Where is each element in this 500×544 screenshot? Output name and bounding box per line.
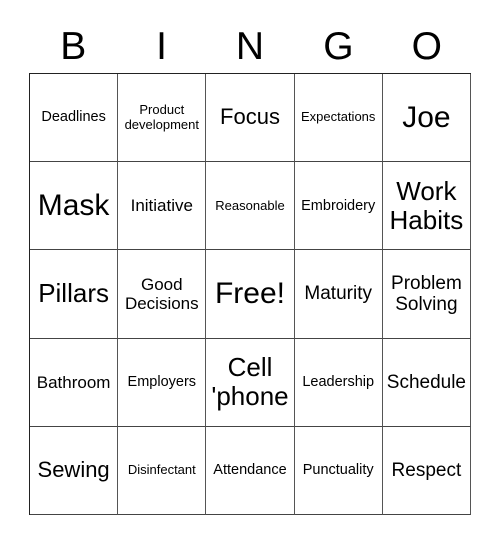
header-letter-b: B	[60, 25, 87, 68]
bingo-cell[interactable]: Sewing	[30, 426, 119, 515]
bingo-cell[interactable]: Reasonable	[206, 162, 295, 251]
header-letter-g: G	[323, 25, 354, 68]
bingo-cell[interactable]: Attendance	[206, 426, 295, 515]
bingo-cell[interactable]: Good Decisions	[118, 250, 207, 339]
bingo-cell[interactable]: Embroidery	[294, 162, 383, 251]
bingo-cell[interactable]: Focus	[206, 74, 295, 163]
free-space-cell[interactable]: Free!	[206, 250, 295, 339]
bingo-cell[interactable]: Bathroom	[30, 338, 119, 427]
bingo-cell[interactable]: Punctuality	[294, 426, 383, 515]
bingo-cell[interactable]: Initiative	[118, 162, 207, 251]
bingo-cell[interactable]: Mask	[30, 162, 119, 251]
bingo-cell[interactable]: Work Habits	[382, 162, 471, 251]
bingo-cell[interactable]: Respect	[382, 426, 471, 515]
header-letter-i: I	[156, 25, 168, 68]
bingo-cell[interactable]: Employers	[118, 338, 207, 427]
bingo-cell[interactable]: Disinfectant	[118, 426, 207, 515]
header-letter-o: O	[411, 25, 442, 68]
bingo-board: Deadlines Product development Focus Expe…	[29, 73, 471, 515]
bingo-cell[interactable]: Product development	[118, 74, 207, 163]
bingo-cell[interactable]: Joe	[382, 74, 471, 163]
bingo-cell[interactable]: Pillars	[30, 250, 119, 339]
header-letter-n: N	[235, 25, 265, 68]
bingo-cell[interactable]: Maturity	[294, 250, 383, 339]
bingo-cell[interactable]: Expectations	[294, 74, 383, 163]
bingo-cell[interactable]: Deadlines	[30, 74, 119, 163]
bingo-header: B I N G O	[29, 22, 471, 72]
bingo-cell[interactable]: Problem Solving	[382, 250, 471, 339]
bingo-cell[interactable]: Leadership	[294, 338, 383, 427]
bingo-cell[interactable]: Cell 'phone	[206, 338, 295, 427]
bingo-cell[interactable]: Schedule	[382, 338, 471, 427]
